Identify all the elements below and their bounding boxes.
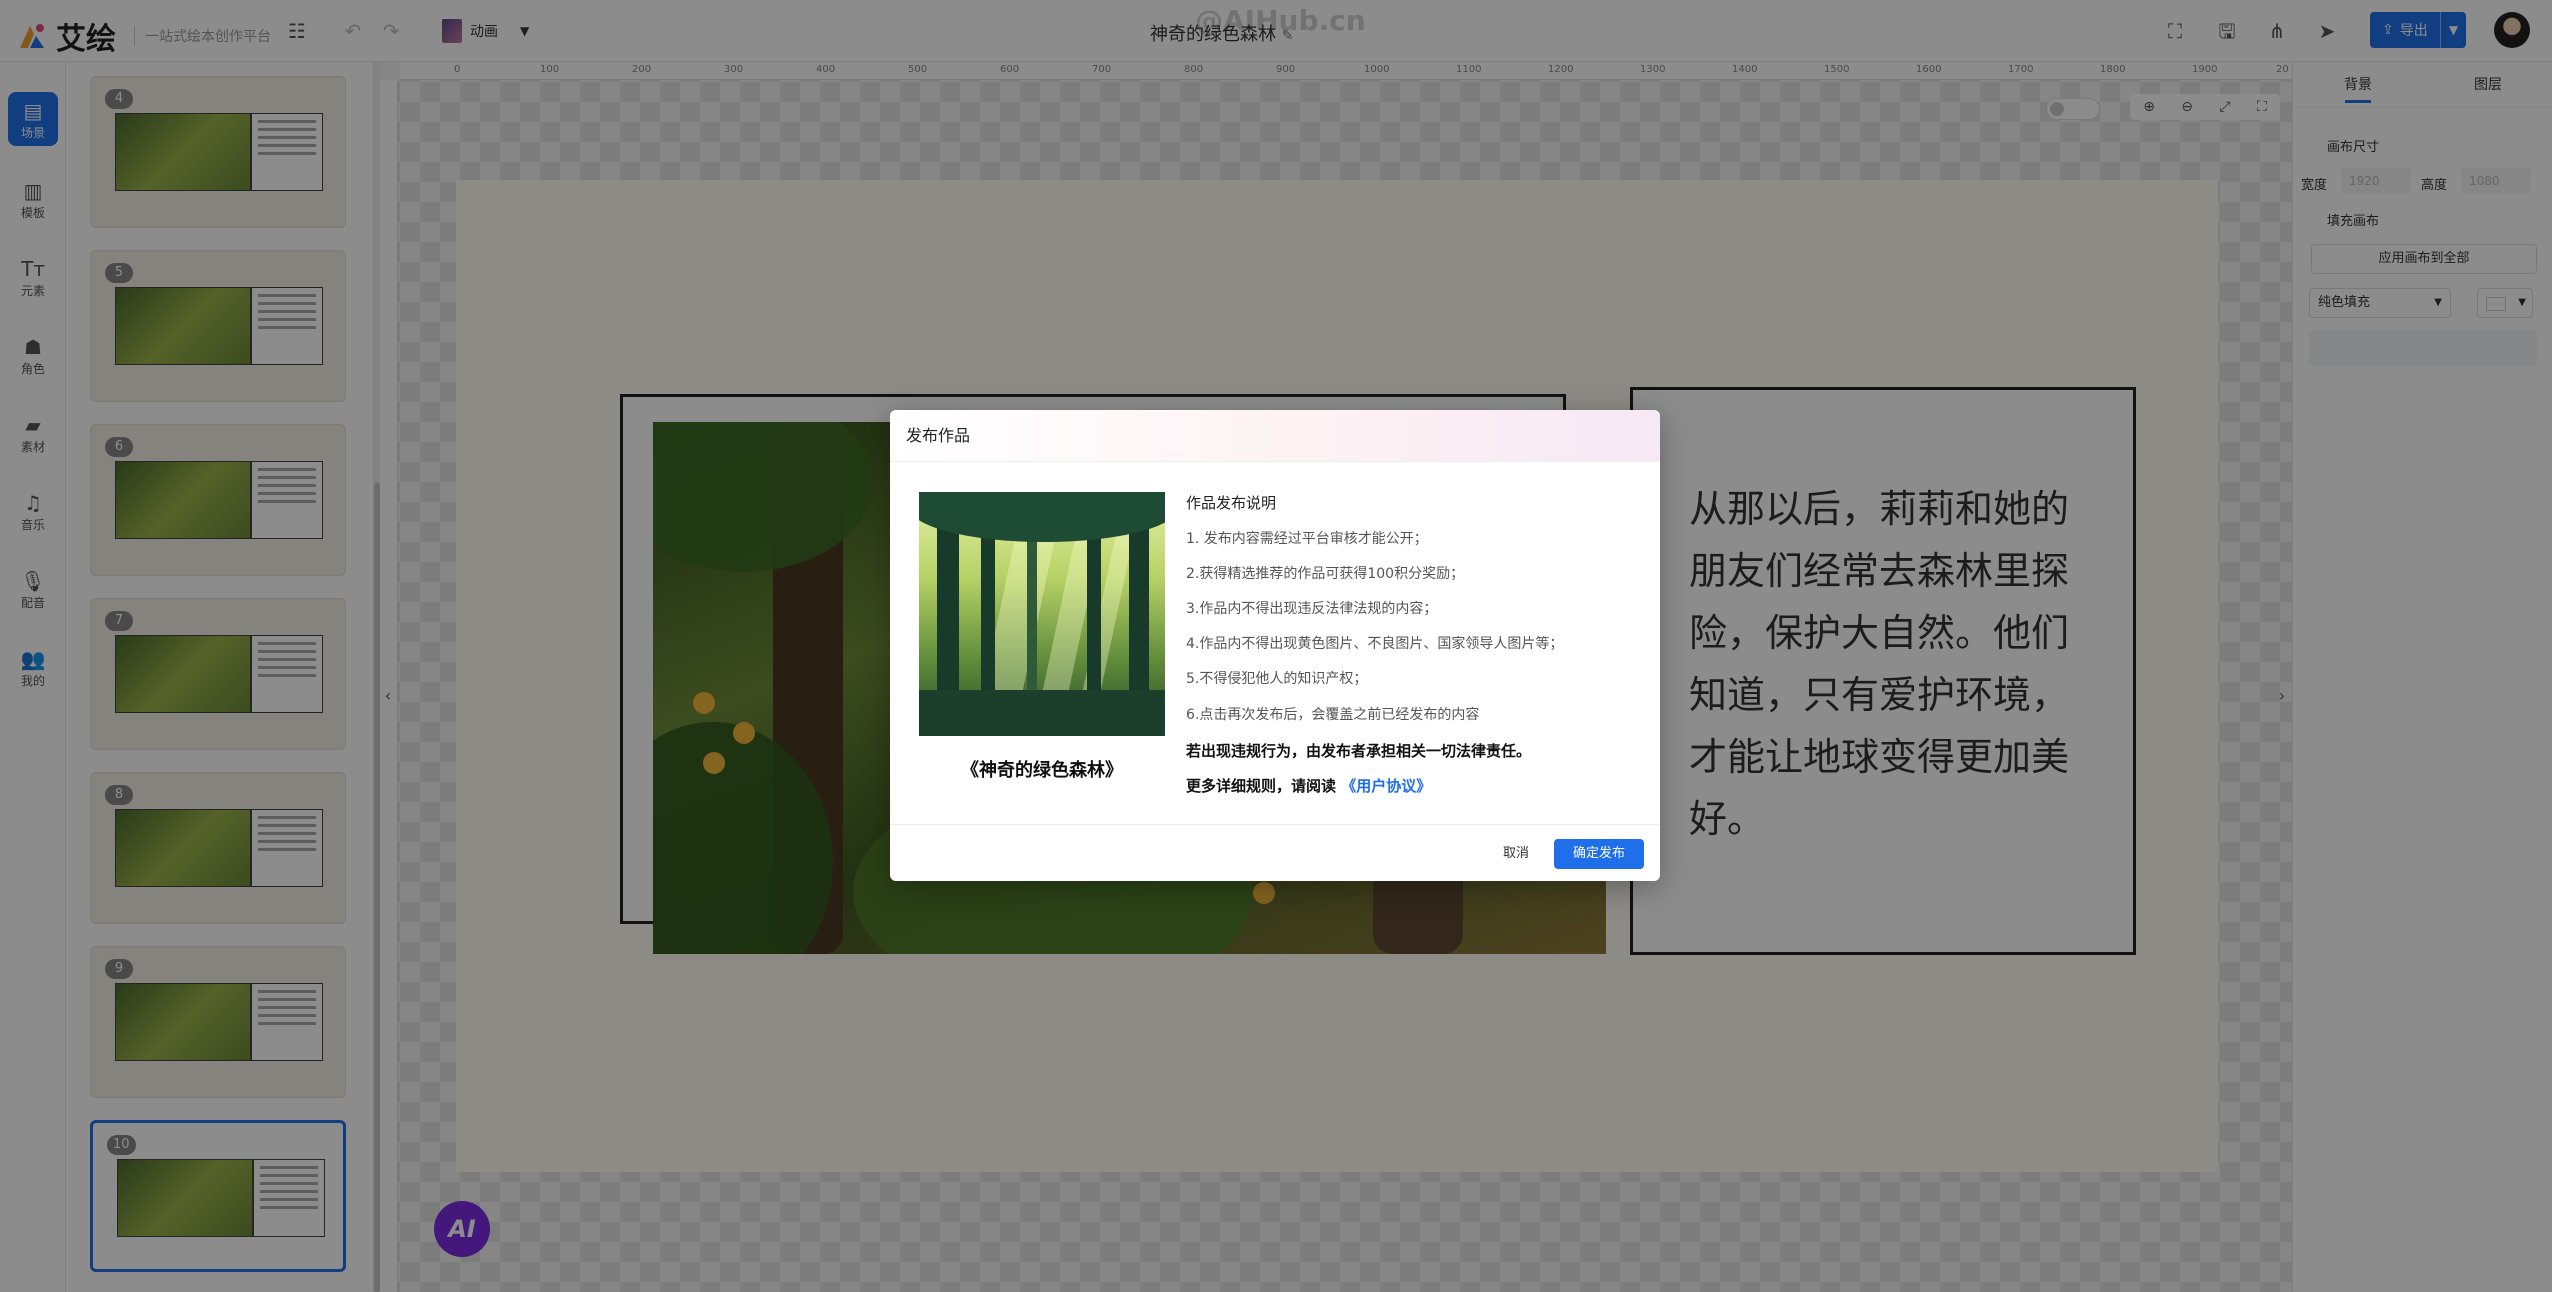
- publish-rule: 1. 发布内容需经过平台审核才能公开；: [1186, 531, 1428, 547]
- book-cover-image: [919, 492, 1165, 736]
- publish-rule: 4.作品内不得出现黄色图片、不良图片、国家领导人图片等；: [1186, 636, 1564, 652]
- publish-rule: 2.获得精选推荐的作品可获得100积分奖励；: [1186, 566, 1465, 582]
- cancel-button[interactable]: 取消: [1494, 839, 1538, 869]
- publish-dialog: 发布作品 《神奇的绿色森林》 作品发布说明 1. 发布内容需经过平台审核才能公开…: [890, 410, 1660, 881]
- user-agreement-link[interactable]: 《用户协议》: [1341, 777, 1431, 795]
- dialog-title: 发布作品: [890, 410, 1660, 462]
- legal-warning: 若出现违规行为，由发布者承担相关一切法律责任。: [1186, 742, 1532, 760]
- book-title: 《神奇的绿色森林》: [961, 760, 1123, 781]
- dialog-footer: 取消 确定发布: [890, 824, 1660, 881]
- publish-rules-heading: 作品发布说明: [1186, 494, 1277, 512]
- publish-rule: 5.不得侵犯他人的知识产权；: [1186, 671, 1368, 687]
- more-rules-text: 更多详细规则，请阅读 《用户协议》: [1186, 775, 1431, 796]
- publish-rule: 6.点击再次发布后，会覆盖之前已经发布的内容: [1186, 707, 1480, 723]
- more-rules-prefix: 更多详细规则，请阅读: [1186, 777, 1337, 795]
- confirm-publish-button[interactable]: 确定发布: [1554, 839, 1644, 869]
- publish-rule: 3.作品内不得出现违反法律法规的内容；: [1186, 601, 1438, 617]
